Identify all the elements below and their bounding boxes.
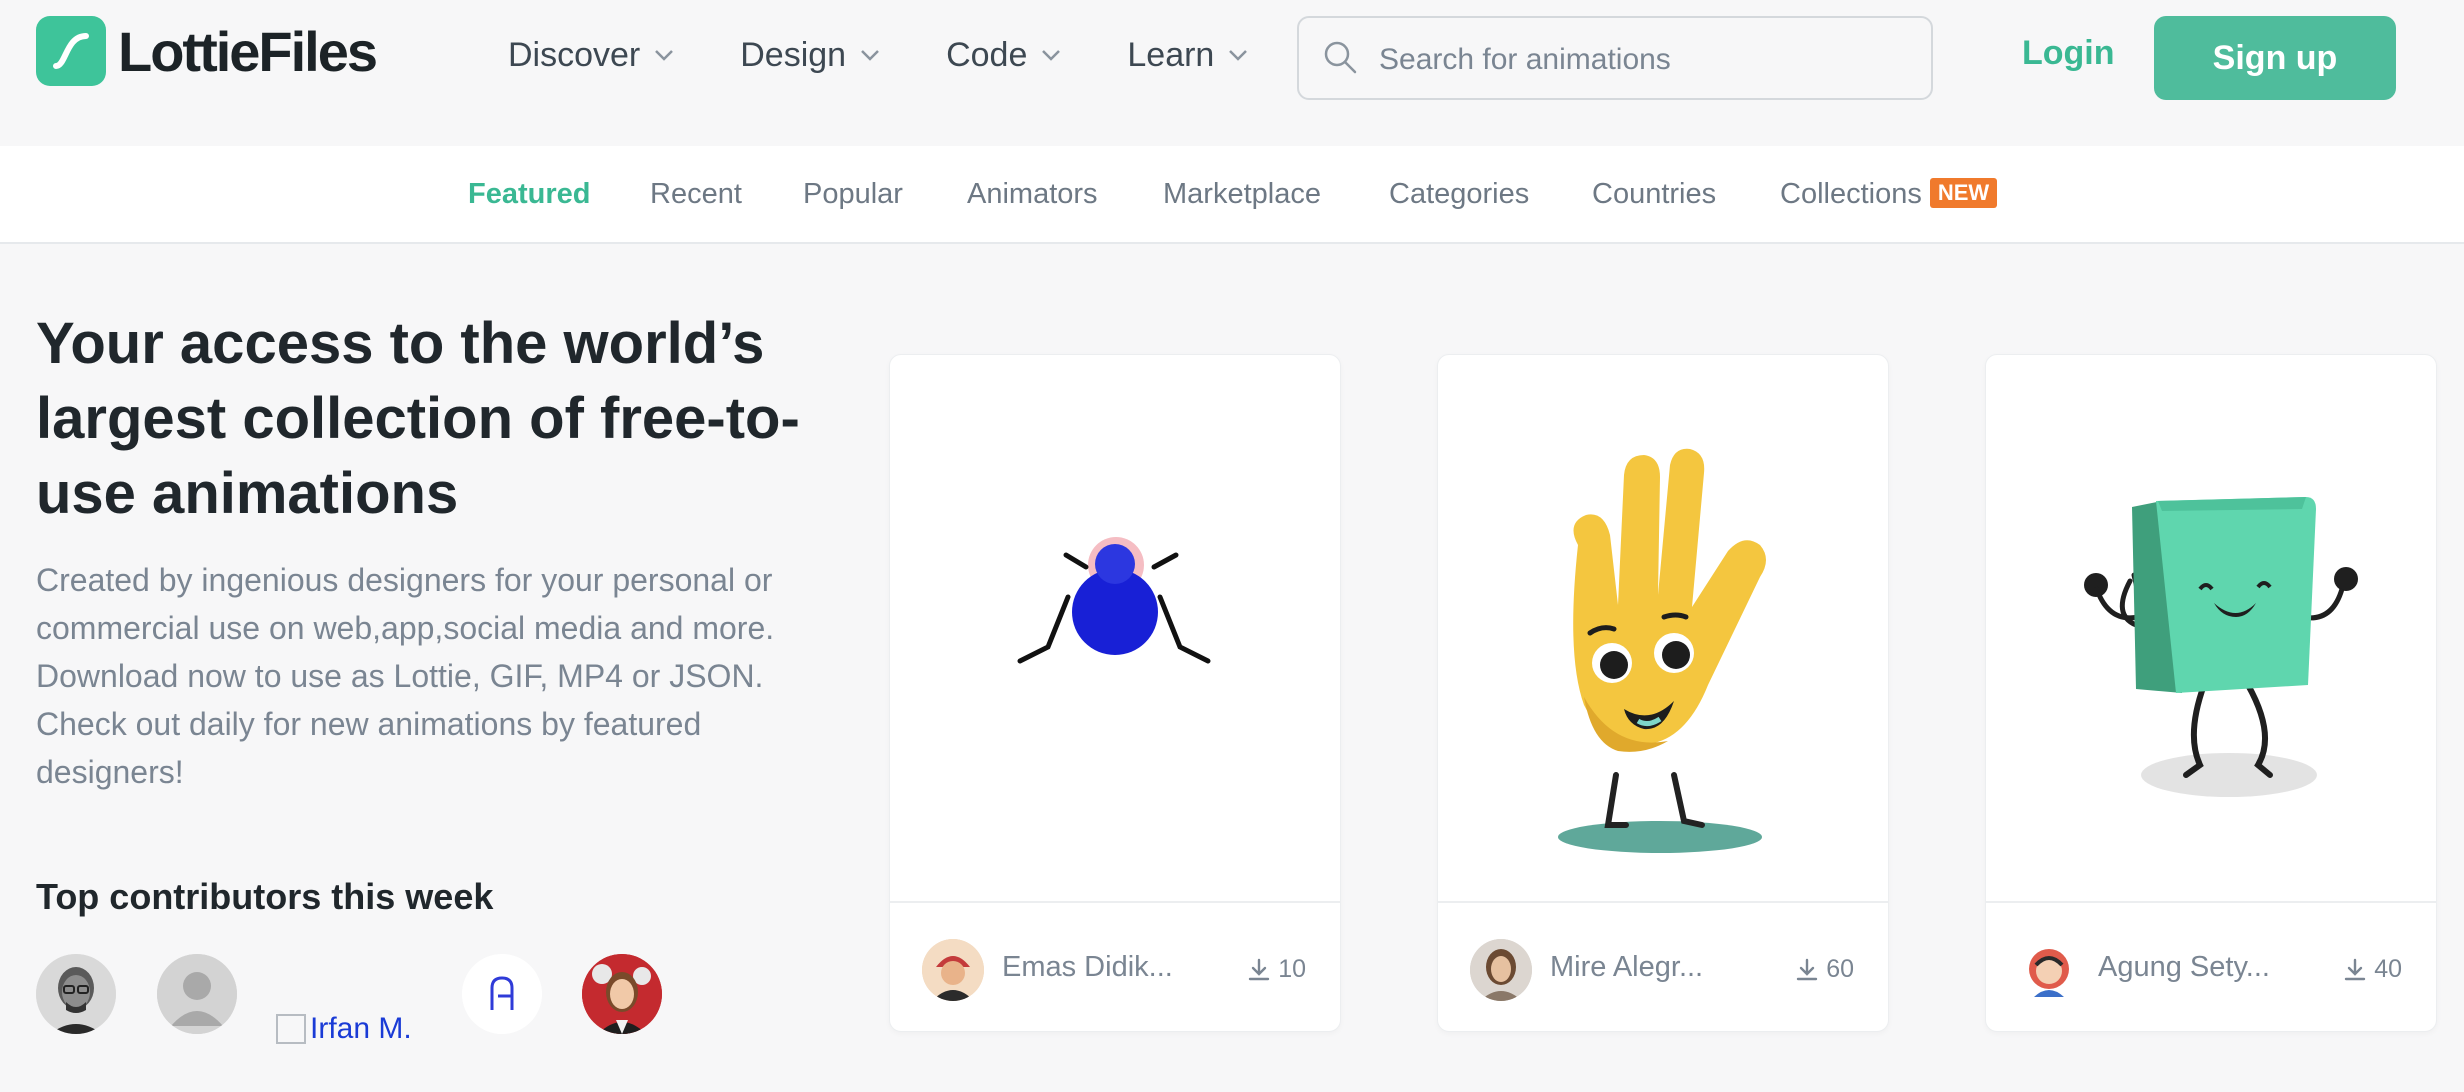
signup-button[interactable]: Sign up xyxy=(2154,16,2396,100)
tab-countries[interactable]: Countries xyxy=(1592,178,1716,211)
person-avatar-icon xyxy=(1470,939,1532,1001)
download-count: 40 xyxy=(2344,955,2402,984)
person-avatar-icon xyxy=(2018,939,2080,1001)
author-avatar[interactable] xyxy=(922,939,984,1001)
nav-label: Discover xyxy=(508,35,641,74)
hero-title: Your access to the world’s largest colle… xyxy=(36,311,800,526)
nav-design[interactable]: Design xyxy=(740,30,880,80)
card-footer: Emas Didik... 10 xyxy=(890,905,1340,1033)
animation-card[interactable]: Agung Sety... 40 xyxy=(1985,354,2437,1032)
user-placeholder-icon xyxy=(157,954,237,1034)
tab-categories[interactable]: Categories xyxy=(1389,178,1529,211)
tab-collections[interactable]: Collections NEW xyxy=(1780,178,1998,211)
lottie-logo-icon xyxy=(36,16,106,86)
nav-learn[interactable]: Learn xyxy=(1127,30,1248,80)
brand-name: LottieFiles xyxy=(118,19,378,83)
download-count-value: 10 xyxy=(1278,955,1306,983)
contributor-avatar[interactable] xyxy=(582,954,662,1034)
contributor-logo-icon xyxy=(462,954,542,1034)
new-badge: NEW xyxy=(1929,178,1998,208)
broken-image-icon xyxy=(276,1014,306,1044)
tab-recent[interactable]: Recent xyxy=(650,178,742,211)
nav-discover[interactable]: Discover xyxy=(508,30,674,80)
tab-popular[interactable]: Popular xyxy=(803,178,903,211)
person-photo-icon xyxy=(582,954,662,1034)
top-header: LottieFiles Discover Design Code Learn L… xyxy=(0,0,2464,146)
download-count: 60 xyxy=(1796,955,1854,984)
contributor-avatar[interactable] xyxy=(462,954,542,1034)
card-footer: Mire Alegr... 60 xyxy=(1438,905,1888,1033)
main-nav: Discover Design Code Learn xyxy=(508,30,1314,80)
contributor-avatar[interactable] xyxy=(36,954,116,1034)
download-count-value: 60 xyxy=(1826,955,1854,983)
author-avatar[interactable] xyxy=(2018,939,2080,1001)
walking-book-animation-icon xyxy=(2084,497,2358,797)
chevron-down-icon xyxy=(1229,50,1248,61)
animation-preview[interactable] xyxy=(1986,355,2436,903)
author-avatar[interactable] xyxy=(1470,939,1532,1001)
author-name[interactable]: Mire Alegr... xyxy=(1550,951,1703,984)
lottiefiles-logo[interactable]: LottieFiles xyxy=(36,16,378,86)
card-footer: Agung Sety... 40 xyxy=(1986,905,2436,1033)
animation-card[interactable]: Mire Alegr... 60 xyxy=(1437,354,1889,1032)
download-count: 10 xyxy=(1248,955,1306,984)
nav-code[interactable]: Code xyxy=(946,30,1061,80)
search-icon xyxy=(1324,41,1357,74)
download-icon xyxy=(2344,958,2366,980)
tab-label: Collections xyxy=(1780,178,1922,210)
tab-featured[interactable]: Featured xyxy=(468,178,590,211)
download-icon xyxy=(1248,958,1270,980)
tab-marketplace[interactable]: Marketplace xyxy=(1163,178,1321,211)
login-link[interactable]: Login xyxy=(2022,34,2115,73)
top-contributors-title: Top contributors this week xyxy=(36,876,494,917)
waving-hand-animation-icon xyxy=(1558,448,1766,853)
animation-card[interactable]: Emas Didik... 10 xyxy=(889,354,1341,1032)
person-photo-icon xyxy=(36,954,116,1034)
chevron-down-icon xyxy=(1042,50,1061,61)
spider-animation-icon xyxy=(1017,537,1211,664)
author-name[interactable]: Agung Sety... xyxy=(2098,951,2270,984)
nav-label: Learn xyxy=(1127,35,1215,74)
animation-preview[interactable] xyxy=(1438,355,1888,903)
contributor-avatar[interactable] xyxy=(157,954,237,1034)
nav-label: Code xyxy=(946,35,1028,74)
chevron-down-icon xyxy=(655,50,674,61)
download-count-value: 40 xyxy=(2374,955,2402,983)
category-tabs: Featured Recent Popular Animators Market… xyxy=(0,146,2464,244)
chevron-down-icon xyxy=(861,50,879,61)
contributor-avatar-broken[interactable]: Irfan M. xyxy=(276,1012,412,1046)
download-icon xyxy=(1796,958,1818,980)
author-name[interactable]: Emas Didik... xyxy=(1002,951,1173,984)
broken-image-alt: Irfan M. xyxy=(310,1012,412,1045)
animation-preview[interactable] xyxy=(890,355,1340,903)
nav-label: Design xyxy=(740,35,847,74)
person-avatar-icon xyxy=(922,939,984,1001)
tab-animators[interactable]: Animators xyxy=(967,178,1098,211)
hero-description: Created by ingenious designers for your … xyxy=(36,562,775,790)
search-input[interactable] xyxy=(1379,38,1899,82)
search-box[interactable] xyxy=(1297,16,1933,100)
